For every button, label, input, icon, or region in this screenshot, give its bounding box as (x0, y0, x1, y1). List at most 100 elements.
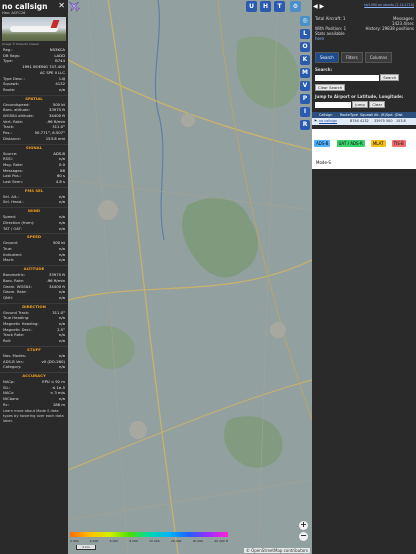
alt-tick: 8 000 (129, 539, 138, 543)
detail-row: Last Seen: 4.8 s (0, 179, 68, 185)
detail-key: Sel. Head.: (3, 199, 24, 205)
table-cell: 500 (386, 119, 393, 123)
map-button-t[interactable]: T (274, 1, 285, 12)
forest-area (224, 416, 283, 468)
table-cell: 4132 (360, 119, 369, 123)
jump-input[interactable] (315, 101, 351, 108)
jump-label: Jump to Airport or Latitude, Longitude: (315, 94, 404, 99)
town-area (98, 200, 118, 220)
detail-value: 4.8 s (55, 179, 65, 185)
stats-link[interactable]: here (315, 36, 324, 41)
hex-label: Hex: (2, 11, 11, 15)
detail-value: n/a (58, 364, 65, 370)
filter-adsb[interactable]: ADS-B (314, 140, 331, 147)
map-scale: 2 km (76, 545, 96, 550)
alt-tick: 20 000 (170, 539, 182, 543)
town-area (129, 421, 147, 439)
section-title: ALTITUDE (0, 265, 68, 272)
detail-row: Mach: n/a (0, 257, 68, 263)
detail-value: n/a (58, 86, 65, 92)
search-panel: Search: Search Clear Search Jump to Airp… (315, 67, 415, 108)
zoom-in-button[interactable]: + (299, 521, 308, 530)
section-title: FMS SEL (0, 186, 68, 194)
detail-row: Sel. Head.: n/a (0, 199, 68, 205)
search-label: Search: (315, 67, 333, 72)
hex-value: ACFC26 (11, 11, 26, 15)
map-button-o[interactable]: O (300, 42, 310, 52)
detail-row: Route: n/a (0, 87, 68, 93)
detail-key: Roll: (3, 338, 12, 344)
filter-mlat[interactable]: MLAT (370, 140, 386, 147)
map-settings-icon[interactable]: ⚙ (290, 1, 301, 12)
search-input[interactable] (315, 74, 379, 81)
photo-plane-tail (50, 20, 60, 28)
zoom-out-button[interactable]: − (299, 532, 308, 541)
altitude-ticks: 2 000 4 000 6 000 8 000 10 000 20 000 30… (70, 539, 228, 543)
map-layers-icon[interactable]: ◎ (300, 16, 310, 26)
table-row[interactable]: ⚑ no callsign B744 4132 33975 500 153.8 (312, 118, 416, 125)
aircraft-photo[interactable] (2, 17, 66, 41)
tab-columns[interactable]: Columns (364, 52, 393, 63)
map-layer[interactable] (68, 0, 312, 554)
tab-search[interactable]: Search (315, 52, 339, 63)
clear-search-button[interactable]: Clear Search (315, 84, 346, 91)
detail-value: n/a (58, 338, 65, 344)
detail-value: n/a (58, 225, 65, 231)
town-area (270, 322, 286, 338)
tab-filters[interactable]: Filters (340, 52, 363, 63)
section-title: SIGNAL (0, 143, 68, 151)
table-cell: 153.8 (396, 119, 406, 123)
close-icon[interactable]: ✕ (58, 1, 65, 10)
total-label: Total Aircraft: 1 (315, 16, 346, 21)
detail-row: Category: n/a (0, 364, 68, 370)
app-root: no callsign ✕ Hex: ACFC26 Image © Robert… (0, 0, 416, 554)
map-view[interactable]: U H T ⚙ ◎ L O K M V P I R + − 2 000 4 00… (68, 0, 312, 554)
aircraft-detail-panel: no callsign ✕ Hex: ACFC26 Image © Robert… (0, 0, 68, 554)
search-button[interactable]: Search (380, 74, 400, 81)
detail-key: TAT / OAT: (3, 225, 22, 231)
town-area (181, 113, 195, 127)
minor-road (68, 479, 312, 521)
alt-tick: 6 000 (109, 539, 119, 543)
footnote: Learn more about Mode S data types by ho… (3, 409, 64, 424)
minor-road (87, 0, 129, 554)
section-title: SPEED (0, 233, 68, 240)
map-button-h[interactable]: H (260, 1, 271, 12)
section-title: STUFF (0, 345, 68, 353)
detail-row: QNH: n/a (0, 295, 68, 301)
map-button-m[interactable]: M (300, 68, 310, 78)
detail-row: TAT / OAT: n/a (0, 226, 68, 232)
road (68, 259, 312, 301)
filter-modes[interactable]: Mode-S (314, 159, 333, 166)
map-button-i[interactable]: I (300, 107, 310, 117)
map-attribution[interactable]: © OpenStreetMap contributors (243, 548, 310, 553)
map-button-v[interactable]: V (300, 81, 310, 91)
table-cell[interactable]: no callsign (319, 118, 340, 125)
sidebar-toggle-icon[interactable]: ◀ ▶ (313, 3, 324, 10)
aircraft-marker-icon[interactable] (68, 0, 80, 12)
version-link[interactable]: tar1090 on ubuntu (2.14.1710) (364, 3, 414, 7)
clear-jump-button[interactable]: Clear (369, 101, 386, 108)
filter-uat[interactable]: UAT / ADS-R (336, 140, 365, 147)
section-title: WIND (0, 207, 68, 214)
detail-key: Category: (3, 364, 22, 370)
map-button-l[interactable]: L (300, 29, 310, 39)
detail-key: Distance: (3, 135, 21, 141)
aircraft-sections: SPATIAL Groundspeed: 500 kt Baro. altitude:… (0, 94, 68, 408)
aircraft-details: Reg.: N53KCA DB flags: LADD Type: B744 1991 BO… (0, 47, 68, 93)
map-button-p[interactable]: P (300, 94, 310, 104)
jump-button[interactable]: Jump (352, 101, 368, 108)
table-cell (340, 118, 350, 125)
detail-key: Type: (3, 58, 13, 64)
sidebar-panel: ◀ ▶ tar1090 on ubuntu (2.14.1710) Total … (312, 0, 416, 554)
forest-area (85, 325, 135, 369)
map-button-u[interactable]: U (246, 1, 257, 12)
detail-value: n/a (58, 294, 65, 300)
map-button-r[interactable]: R (300, 120, 310, 130)
map-button-k[interactable]: K (300, 55, 310, 65)
alt-tick: 40 000 ft (214, 539, 228, 543)
detail-key: QNH: (3, 294, 13, 300)
filter-tisb[interactable]: TIS-B (391, 140, 406, 147)
table-cell: 33975 (374, 119, 385, 123)
alt-tick: 10 000 (149, 539, 160, 543)
